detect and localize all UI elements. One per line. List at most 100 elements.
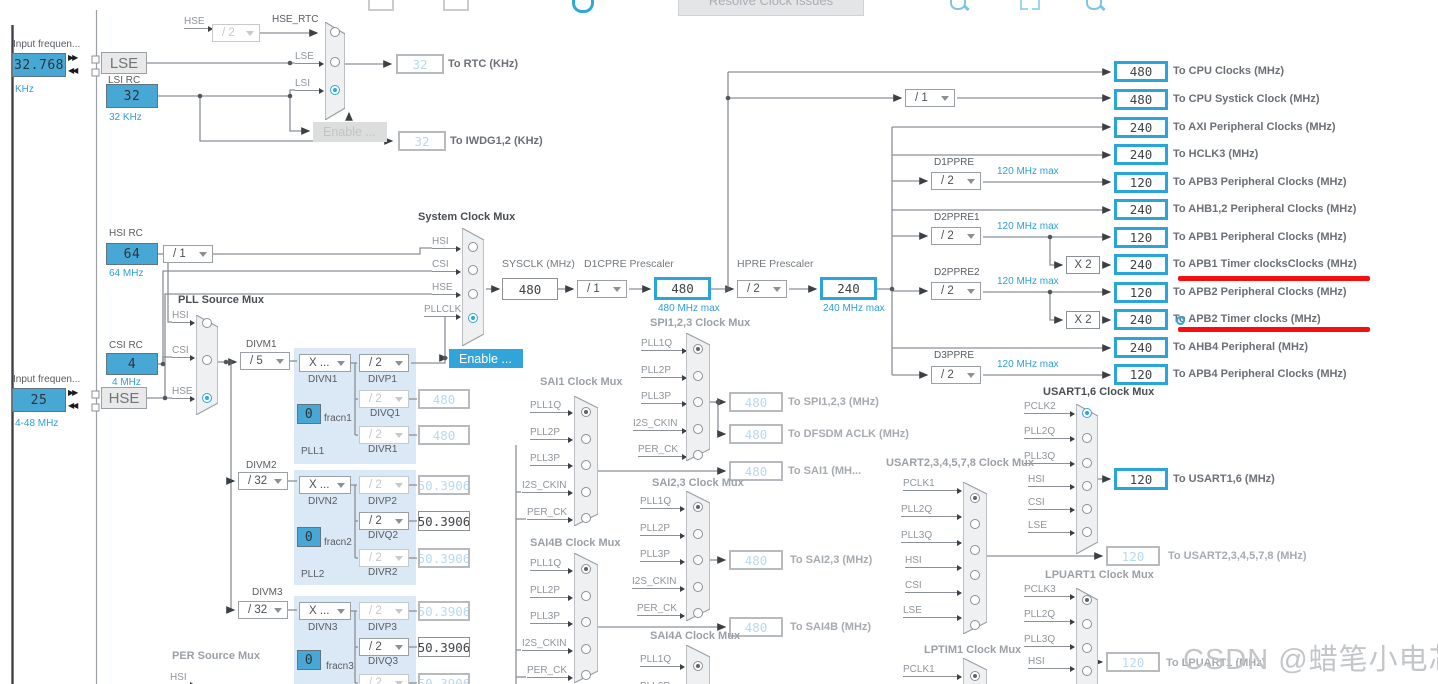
hsi-rc-value[interactable]: 64: [106, 243, 158, 265]
apb3-value[interactable]: 120: [1114, 172, 1168, 193]
usart2378-clock-mux-option-2[interactable]: [970, 545, 980, 555]
sai4b-clock-mux-option-3[interactable]: [581, 644, 591, 654]
sai1-clock-mux-option-4[interactable]: [581, 513, 591, 523]
rtc-enable-button[interactable]: Enable ...: [313, 122, 387, 142]
hclk3-value[interactable]: 240: [1114, 144, 1168, 165]
usart16-clock-mux-option-2[interactable]: [1082, 458, 1092, 468]
csi-rc-value[interactable]: 4: [106, 353, 158, 375]
spi123-clock-mux-option-3[interactable]: [693, 424, 703, 434]
file-icon-1[interactable]: [368, 0, 394, 11]
rtc-clock-mux-option-2[interactable]: [330, 85, 340, 95]
d1ppre-divider[interactable]: / 2: [931, 172, 981, 190]
spi123-clock-mux-option-0[interactable]: [693, 344, 703, 354]
rtc-clock-mux-option-1[interactable]: [330, 57, 340, 67]
d1cpre-divider[interactable]: / 1: [577, 280, 627, 298]
system-clock-mux-option-3[interactable]: [468, 313, 478, 323]
sai23-clock-mux-option-3[interactable]: [693, 582, 703, 592]
pll3q-value[interactable]: 50.3906: [418, 637, 470, 657]
hpre-output[interactable]: 240: [820, 277, 877, 300]
hse-input-frequency[interactable]: 25: [12, 388, 66, 412]
sai1-clock-mux-option-3[interactable]: [581, 487, 591, 497]
apb4-value[interactable]: 120: [1114, 364, 1168, 385]
apb2-timer-value[interactable]: 240: [1114, 309, 1168, 330]
systick-divider[interactable]: / 1: [905, 89, 955, 107]
sai4a-clock-mux-option-0[interactable]: [693, 661, 703, 671]
d1cpre-output[interactable]: 480: [654, 277, 711, 300]
undo-icon[interactable]: [572, 0, 594, 13]
usart2378-clock-mux-option-3[interactable]: [970, 570, 980, 580]
divm2-divider[interactable]: / 32: [238, 472, 288, 490]
sai4b-clock-mux-option-0[interactable]: [581, 564, 591, 574]
divq2-divider[interactable]: / 2: [359, 512, 409, 530]
sai23-clock-mux-option-4[interactable]: [693, 608, 703, 618]
ahb4-value[interactable]: 240: [1114, 337, 1168, 358]
sai1-clock-mux-option-1[interactable]: [581, 434, 591, 444]
hpre-divider[interactable]: / 2: [737, 280, 787, 298]
pll2q-value[interactable]: 50.3906: [418, 511, 470, 531]
pll-source-mux-option-2[interactable]: [202, 393, 212, 403]
fit-view-icon[interactable]: [1020, 0, 1040, 10]
sai23-clock-mux-option-0[interactable]: [693, 502, 703, 512]
divp1-divider[interactable]: / 2: [359, 354, 409, 372]
usart16-clock-mux-option-5[interactable]: [1082, 527, 1092, 537]
sai1-clock-mux-option-2[interactable]: [581, 460, 591, 470]
bracket-right-icon: [1032, 0, 1040, 10]
system-clock-mux-option-1[interactable]: [468, 265, 478, 275]
usart16-clock-mux-option-0[interactable]: [1082, 408, 1092, 418]
lsi-rc-value[interactable]: 32: [106, 84, 158, 108]
pll-enable-button[interactable]: Enable ...: [449, 349, 523, 368]
usart2378-clock-mux-option-0[interactable]: [970, 493, 980, 503]
system-clock-mux-option-2[interactable]: [468, 289, 478, 299]
pll-source-mux-option-1[interactable]: [202, 355, 212, 365]
divq3-divider[interactable]: / 2: [359, 638, 409, 656]
spi123-clock-mux-option-4[interactable]: [693, 450, 703, 460]
lpuart1-clock-mux-option-2[interactable]: [1082, 643, 1092, 653]
apb2-value[interactable]: 120: [1114, 282, 1168, 303]
divn1-multiplier[interactable]: X ...: [299, 354, 351, 372]
sysclk-value[interactable]: 480: [502, 278, 558, 300]
system-clock-mux-option-0[interactable]: [468, 242, 478, 252]
zoom-in-icon[interactable]: [1086, 0, 1102, 10]
d2ppre1-divider[interactable]: / 2: [931, 227, 981, 245]
rtc-clock-mux-option-0[interactable]: [330, 27, 340, 37]
lpuart1-clock-mux-option-1[interactable]: [1082, 619, 1092, 629]
sai4b-clock-mux-option-4[interactable]: [581, 670, 591, 680]
d3ppre-divider[interactable]: / 2: [931, 366, 981, 384]
fracn2-value[interactable]: 0: [297, 527, 321, 547]
divm3-divider[interactable]: / 32: [238, 601, 288, 619]
hsi-divider[interactable]: / 1: [163, 245, 213, 263]
lse-input-frequency[interactable]: 32.768: [12, 53, 66, 77]
file-icon-2[interactable]: [443, 0, 469, 11]
usart16-clock-mux-option-4[interactable]: [1082, 504, 1092, 514]
divn3-multiplier[interactable]: X ...: [299, 602, 351, 620]
d2ppre2-divider[interactable]: / 2: [931, 282, 981, 300]
spi123-clock-mux-option-1[interactable]: [693, 371, 703, 381]
lptim1-clock-mux-option-0[interactable]: [970, 671, 980, 681]
usart2378-clock-mux-option-5[interactable]: [970, 620, 980, 630]
zoom-out-icon[interactable]: [950, 0, 966, 10]
systick-value[interactable]: 480: [1114, 89, 1168, 110]
pll-source-mux-option-0[interactable]: [202, 318, 212, 328]
usart16-clock-mux-option-1[interactable]: [1082, 433, 1092, 443]
fracn1-value[interactable]: 0: [297, 404, 321, 424]
lpuart1-clock-mux-option-3[interactable]: [1082, 666, 1092, 676]
lpuart1-clock-mux-option-0[interactable]: [1082, 595, 1092, 605]
usart16-value[interactable]: 120: [1114, 468, 1168, 490]
cpu-clocks-value[interactable]: 480: [1114, 61, 1168, 82]
axi-value[interactable]: 240: [1114, 117, 1168, 138]
sai23-clock-mux-option-1[interactable]: [693, 529, 703, 539]
sai4b-clock-mux-option-2[interactable]: [581, 617, 591, 627]
usart2378-clock-mux-option-1[interactable]: [970, 519, 980, 529]
divn2-multiplier[interactable]: X ...: [299, 476, 351, 494]
fracn3-value[interactable]: 0: [297, 650, 321, 670]
usart16-clock-mux-option-3[interactable]: [1082, 481, 1092, 491]
usart2378-clock-mux-option-4[interactable]: [970, 595, 980, 605]
ahb12-value[interactable]: 240: [1114, 199, 1168, 220]
divm1-divider[interactable]: / 5: [240, 352, 290, 370]
spi123-clock-mux-option-2[interactable]: [693, 397, 703, 407]
apb1-timer-value[interactable]: 240: [1114, 254, 1168, 275]
apb1-value[interactable]: 120: [1114, 227, 1168, 248]
sai1-clock-mux-option-0[interactable]: [581, 407, 591, 417]
sai23-clock-mux-option-2[interactable]: [693, 555, 703, 565]
sai4b-clock-mux-option-1[interactable]: [581, 591, 591, 601]
